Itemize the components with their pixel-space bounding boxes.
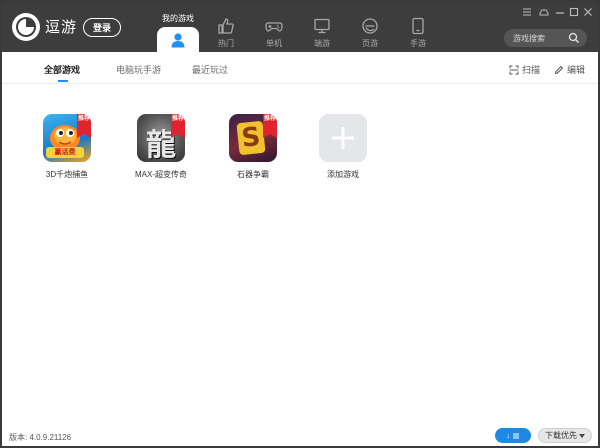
- game-thumbnail[interactable]: S 推荐: [229, 114, 277, 162]
- game-name[interactable]: 3D千炮捕鱼: [32, 169, 102, 180]
- logo-icon: [16, 17, 36, 37]
- edit-label: 编辑: [567, 65, 586, 75]
- download-priority-label: 下载优先: [545, 431, 577, 440]
- subtab-recently-played[interactable]: 最近玩过: [192, 63, 228, 76]
- recommend-badge: 推荐: [171, 114, 185, 138]
- download-arrow-icon: ↓: [506, 431, 510, 440]
- close-icon[interactable]: [582, 6, 594, 18]
- thumbs-up-icon: [218, 18, 234, 34]
- game-thumbnail[interactable]: 龍 推荐: [137, 114, 185, 162]
- search-icon[interactable]: [568, 32, 580, 44]
- game-tile-stone-age[interactable]: S 推荐 石器争霸: [218, 114, 288, 180]
- subtab-pc-mobile-games[interactable]: 电脑玩手游: [116, 63, 161, 76]
- thumb-caption: 赢话费: [46, 147, 84, 158]
- tab-label: 热门: [218, 39, 234, 48]
- tab-web-games[interactable]: 页游: [347, 2, 393, 52]
- scan-button[interactable]: 扫描: [509, 63, 540, 76]
- tab-label: 我的游戏: [162, 14, 194, 23]
- tab-label: 页游: [362, 39, 378, 48]
- gamepad-icon: [265, 22, 283, 32]
- add-game-tile[interactable]: 添加游戏: [308, 114, 378, 180]
- add-game-label[interactable]: 添加游戏: [308, 169, 378, 180]
- tab-client-games[interactable]: 端游: [299, 2, 345, 52]
- tab-hot[interactable]: 热门: [203, 2, 249, 52]
- app-logo[interactable]: [12, 13, 40, 41]
- tab-label: 手游: [410, 39, 426, 48]
- pencil-icon: [554, 65, 564, 74]
- tab-label: 单机: [266, 39, 282, 48]
- skin-icon[interactable]: [538, 6, 550, 18]
- user-icon: [171, 33, 185, 48]
- active-subtab-indicator: [58, 80, 68, 82]
- app-window: 逗游 登录 我的游戏 热门 单机 端游 页游 手游 游戏搜索 全部游戏 电脑玩手…: [2, 2, 598, 446]
- tab-mobile-games[interactable]: 手游: [395, 2, 441, 52]
- scan-icon: [509, 65, 519, 74]
- thumb-caption: S: [236, 120, 266, 156]
- add-game-button[interactable]: [319, 114, 367, 162]
- recommend-badge: 推荐: [77, 114, 91, 138]
- top-bar: 逗游 登录 我的游戏 热门 单机 端游 页游 手游 游戏搜索: [2, 2, 598, 52]
- search-placeholder[interactable]: 游戏搜索: [513, 33, 545, 44]
- tab-single-player[interactable]: 单机: [251, 2, 297, 52]
- subtab-all-games[interactable]: 全部游戏: [44, 63, 80, 76]
- app-brand: 逗游: [45, 18, 78, 36]
- recommend-badge: 推荐: [263, 114, 277, 138]
- plus-icon: [332, 127, 354, 149]
- edit-button[interactable]: 编辑: [554, 63, 585, 76]
- game-tile-legend[interactable]: 龍 推荐 MAX-超变传奇: [126, 114, 196, 180]
- game-tile-fishing[interactable]: 赢话费 推荐 3D千炮捕鱼: [32, 114, 102, 180]
- chevron-down-icon[interactable]: [579, 434, 585, 438]
- menu-icon[interactable]: [521, 6, 533, 18]
- download-priority-select[interactable]: 下载优先: [538, 428, 592, 443]
- game-name[interactable]: MAX-超变传奇: [126, 169, 196, 180]
- download-manager-button[interactable]: ↓: [495, 428, 531, 443]
- sub-tab-bar: 全部游戏 电脑玩手游 最近玩过 扫描 编辑: [2, 52, 598, 84]
- phone-icon: [412, 17, 424, 35]
- list-icon: [513, 433, 519, 438]
- game-name[interactable]: 石器争霸: [218, 169, 288, 180]
- scan-label: 扫描: [522, 65, 541, 75]
- tab-label: 端游: [314, 39, 330, 48]
- version-label: 版本: 4.0.9.21126: [9, 433, 72, 442]
- login-button[interactable]: 登录: [83, 18, 121, 37]
- monitor-icon: [314, 18, 330, 34]
- search-box[interactable]: 游戏搜索: [504, 29, 587, 47]
- minimize-icon[interactable]: [554, 6, 566, 18]
- game-thumbnail[interactable]: 赢话费 推荐: [43, 114, 91, 162]
- maximize-icon[interactable]: [568, 6, 580, 18]
- browser-e-icon: [362, 18, 378, 34]
